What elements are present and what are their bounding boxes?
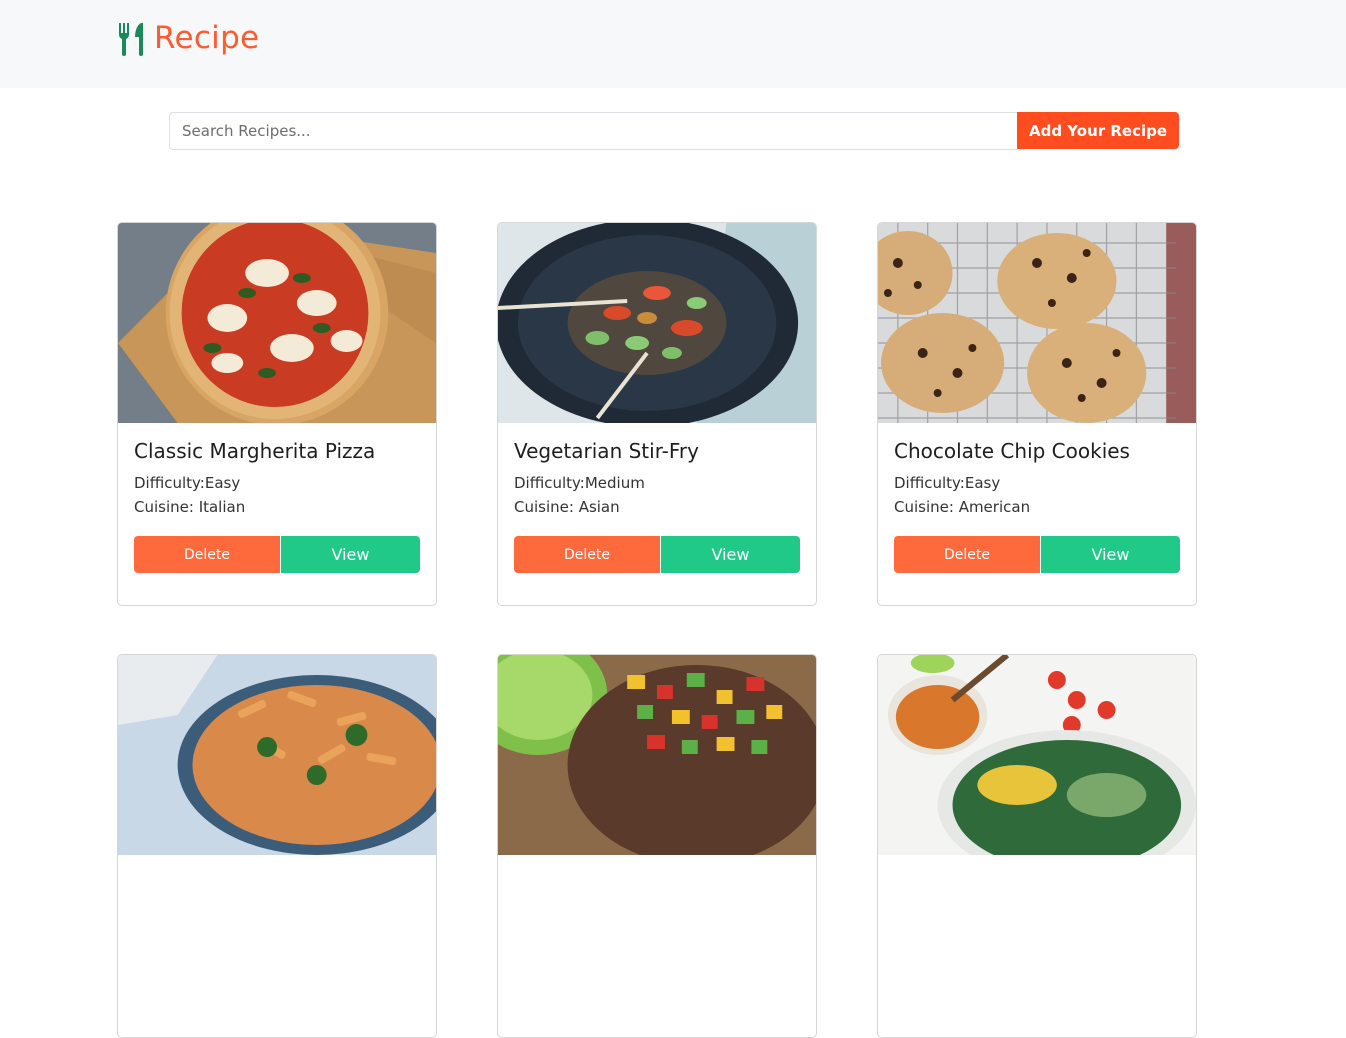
salad-bowl-image [878, 655, 1196, 855]
search-bar: Add Your Recipe [169, 112, 1179, 150]
recipe-cuisine: Cuisine: Asian [514, 498, 620, 516]
recipe-card [497, 654, 817, 1038]
recipe-card: Chocolate Chip Cookies Difficulty:Easy C… [877, 222, 1197, 606]
recipe-card: Classic Margherita Pizza Difficulty:Easy… [117, 222, 437, 606]
recipe-card [117, 654, 437, 1038]
recipe-cuisine: Cuisine: American [894, 498, 1031, 516]
recipe-difficulty: Difficulty:Easy [894, 474, 1001, 492]
recipe-card: Vegetarian Stir-Fry Difficulty:Medium Cu… [497, 222, 817, 606]
utensils-icon [119, 23, 143, 56]
recipe-cuisine: Cuisine: Italian [134, 498, 246, 516]
search-input[interactable] [169, 112, 1017, 150]
stir-fry-image [498, 223, 816, 423]
brand-logo[interactable]: Recipe [116, 20, 259, 56]
recipe-difficulty: Difficulty:Easy [134, 474, 241, 492]
recipe-title: Vegetarian Stir-Fry [514, 439, 699, 463]
recipe-card [877, 654, 1197, 1038]
salsa-image [498, 655, 816, 855]
pizza-image [118, 223, 436, 423]
delete-button[interactable]: Delete [134, 536, 280, 573]
view-button[interactable]: View [1041, 536, 1180, 573]
view-button[interactable]: View [661, 536, 800, 573]
cookies-image [878, 223, 1196, 423]
delete-button[interactable]: Delete [514, 536, 660, 573]
add-recipe-button[interactable]: Add Your Recipe [1017, 112, 1179, 149]
recipe-title: Chocolate Chip Cookies [894, 439, 1130, 463]
view-button[interactable]: View [281, 536, 420, 573]
navbar: Recipe [0, 0, 1346, 88]
brand-name: Recipe [154, 20, 260, 56]
pasta-image [118, 655, 436, 855]
recipe-difficulty: Difficulty:Medium [514, 474, 645, 492]
delete-button[interactable]: Delete [894, 536, 1040, 573]
recipe-title: Classic Margherita Pizza [134, 439, 376, 463]
